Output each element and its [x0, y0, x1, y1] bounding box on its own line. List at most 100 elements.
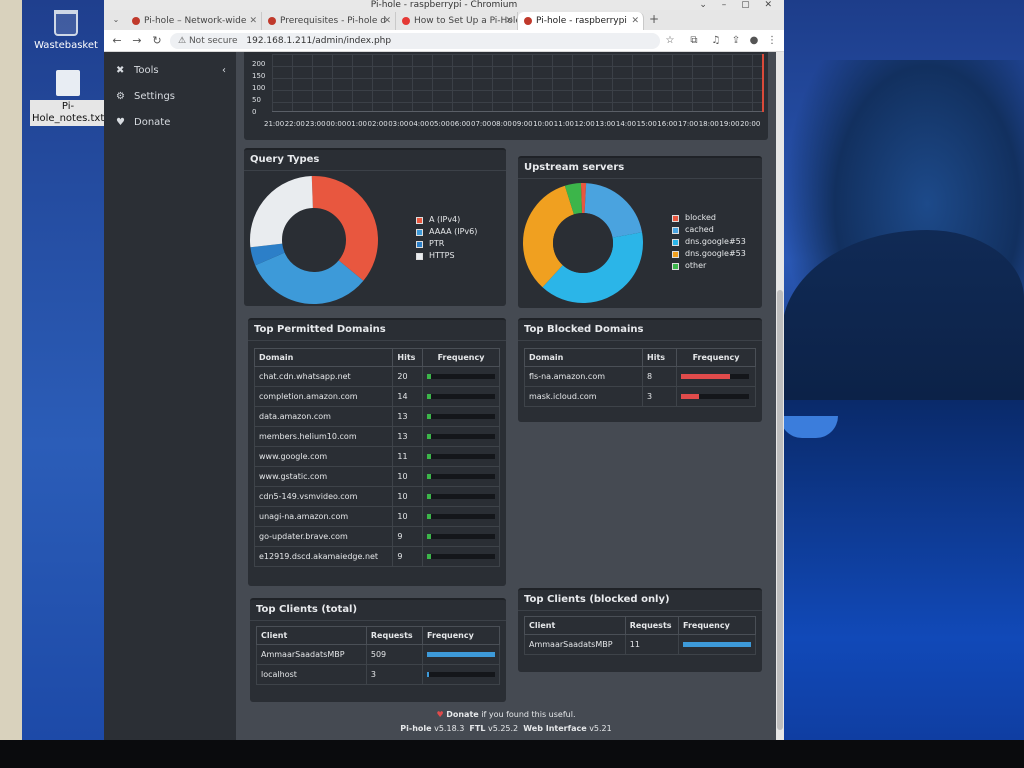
- y-tick-label: 150: [252, 72, 266, 80]
- scrollbar-thumb[interactable]: [777, 290, 783, 730]
- frequency-bar-track: [681, 394, 749, 399]
- domain-cell[interactable]: chat.cdn.whatsapp.net: [253, 366, 394, 387]
- domain-cell[interactable]: mask.icloud.com: [524, 386, 643, 407]
- close-icon[interactable]: ✕: [383, 12, 391, 30]
- chevron-left-icon: ‹: [222, 65, 226, 76]
- gear-icon: ⚙: [116, 91, 125, 102]
- panel-title: Top Clients (total): [256, 604, 358, 615]
- column-header[interactable]: Requests: [365, 626, 424, 645]
- column-header[interactable]: Frequency: [422, 348, 500, 367]
- domain-cell[interactable]: cdn5-149.vsmvideo.com: [253, 486, 394, 507]
- url-text: 192.168.1.211/admin/index.php: [246, 36, 392, 46]
- media-icon[interactable]: ♫: [710, 35, 722, 47]
- web-interface-version[interactable]: v5.21: [589, 724, 612, 733]
- tab-pihole-network[interactable]: Pi-hole – Network-wide ✕: [126, 12, 262, 30]
- frequency-bar-track: [427, 514, 495, 519]
- column-header[interactable]: Hits: [392, 348, 423, 367]
- page-scrollbar[interactable]: [776, 52, 784, 740]
- column-header[interactable]: Hits: [642, 348, 677, 367]
- back-button[interactable]: ←: [110, 34, 124, 48]
- legend-item[interactable]: cached: [672, 224, 746, 236]
- domain-cell[interactable]: e12919.dscd.akamaiedge.net: [253, 546, 394, 567]
- column-header[interactable]: Domain: [524, 348, 643, 367]
- x-tick-label: 08:00: [491, 120, 512, 128]
- sidebar-item-donate[interactable]: ♥ Donate: [104, 110, 236, 136]
- client-cell[interactable]: AmmaarSaadatsMBP: [256, 644, 367, 665]
- table-row: AmmaarSaadatsMBP 11: [524, 634, 756, 655]
- profile-icon[interactable]: ●: [748, 35, 760, 47]
- column-header[interactable]: Requests: [624, 616, 680, 635]
- client-cell[interactable]: AmmaarSaadatsMBP: [524, 634, 626, 655]
- close-icon[interactable]: ✕: [505, 12, 513, 30]
- frequency-cell: [422, 426, 500, 447]
- reload-button[interactable]: ↻: [150, 34, 164, 48]
- legend-item[interactable]: AAAA (IPv6): [416, 226, 477, 238]
- sidebar-item-tools[interactable]: ✖ Tools ‹: [104, 58, 236, 84]
- legend-item[interactable]: other: [672, 260, 746, 272]
- pihole-version[interactable]: v5.18.3: [434, 724, 464, 733]
- hits-cell: 10: [392, 506, 423, 527]
- frequency-cell: [422, 466, 500, 487]
- timeline-current-marker: [762, 54, 764, 112]
- column-header[interactable]: Frequency: [676, 348, 756, 367]
- table-header-row: Client Requests Frequency: [256, 626, 500, 645]
- new-tab-button[interactable]: +: [649, 12, 659, 26]
- legend-item[interactable]: HTTPS: [416, 250, 477, 262]
- legend-item[interactable]: PTR: [416, 238, 477, 250]
- browser-window: Pi-hole - raspberrypi - Chromium ⌄ – ▢ ✕…: [104, 0, 784, 740]
- column-header[interactable]: Client: [256, 626, 367, 645]
- column-header[interactable]: Frequency: [678, 616, 756, 635]
- ftl-version[interactable]: v5.25.2: [488, 724, 518, 733]
- pihole-dashboard: ✖ Tools ‹ ⚙ Settings ♥ Donate 200 150 10…: [104, 52, 784, 740]
- top-clients-blocked-table: Client Requests Frequency AmmaarSaadatsM…: [524, 616, 756, 655]
- panel-title: Top Clients (blocked only): [524, 594, 670, 605]
- y-tick-label: 100: [252, 84, 266, 92]
- desktop-icon-notes[interactable]: Pi-Hole_notes.txt: [30, 70, 106, 126]
- domain-cell[interactable]: fls-na.amazon.com: [524, 366, 643, 387]
- desktop-icon-wastebasket[interactable]: Wastebasket: [28, 10, 104, 51]
- domain-cell[interactable]: data.amazon.com: [253, 406, 394, 427]
- address-bar[interactable]: ⚠ Not secure 192.168.1.211/admin/index.p…: [170, 33, 660, 49]
- frequency-bar-track: [427, 434, 495, 439]
- domain-cell[interactable]: members.helium10.com: [253, 426, 394, 447]
- legend-swatch: [672, 262, 679, 270]
- panel-title: Top Blocked Domains: [524, 324, 644, 335]
- menu-icon[interactable]: ⋮: [766, 35, 778, 47]
- tab-pihole-raspberrypi[interactable]: Pi-hole - raspberrypi ✕: [518, 12, 644, 30]
- domain-cell[interactable]: unagi-na.amazon.com: [253, 506, 394, 527]
- legend-item[interactable]: blocked: [672, 212, 746, 224]
- close-icon[interactable]: ✕: [631, 12, 639, 30]
- hits-cell: 9: [392, 546, 423, 567]
- legend-item[interactable]: dns.google#53: [672, 236, 746, 248]
- domain-cell[interactable]: completion.amazon.com: [253, 386, 394, 407]
- legend-swatch: [672, 250, 679, 258]
- sidebar-item-settings[interactable]: ⚙ Settings: [104, 84, 236, 110]
- extensions-icon[interactable]: ⧉: [688, 35, 700, 47]
- domain-cell[interactable]: www.gstatic.com: [253, 466, 394, 487]
- bookmark-star-icon[interactable]: ☆: [664, 35, 676, 47]
- table-header-row: Client Requests Frequency: [524, 616, 756, 635]
- x-tick-label: 05:00: [429, 120, 450, 128]
- legend-swatch: [672, 238, 679, 246]
- column-header[interactable]: Client: [524, 616, 626, 635]
- domain-cell[interactable]: www.google.com: [253, 446, 394, 467]
- table-row: fls-na.amazon.com 8: [524, 366, 756, 387]
- donate-link[interactable]: Donate: [446, 710, 478, 719]
- client-cell[interactable]: localhost: [256, 664, 367, 685]
- frequency-cell: [422, 664, 500, 685]
- table-header-row: Domain Hits Frequency: [524, 348, 756, 367]
- tab-prerequisites[interactable]: Prerequisites - Pi-hole d ✕: [262, 12, 396, 30]
- forward-button[interactable]: →: [130, 34, 144, 48]
- legend-item[interactable]: A (IPv4): [416, 214, 477, 226]
- column-header[interactable]: Domain: [253, 348, 394, 367]
- tab-how-to-setup[interactable]: How to Set Up a Pi-Hole ✕: [396, 12, 518, 30]
- frequency-bar-fill: [427, 672, 429, 677]
- close-icon[interactable]: ✕: [249, 12, 257, 30]
- domain-cell[interactable]: go-updater.brave.com: [253, 526, 394, 547]
- legend-item[interactable]: dns.google#53: [672, 248, 746, 260]
- x-tick-label: 11:00: [553, 120, 574, 128]
- share-icon[interactable]: ⇪: [730, 35, 742, 47]
- column-header[interactable]: Frequency: [422, 626, 500, 645]
- window-controls[interactable]: ⌄ – ▢ ✕: [699, 0, 778, 10]
- tab-search-icon[interactable]: ⌄: [110, 14, 122, 26]
